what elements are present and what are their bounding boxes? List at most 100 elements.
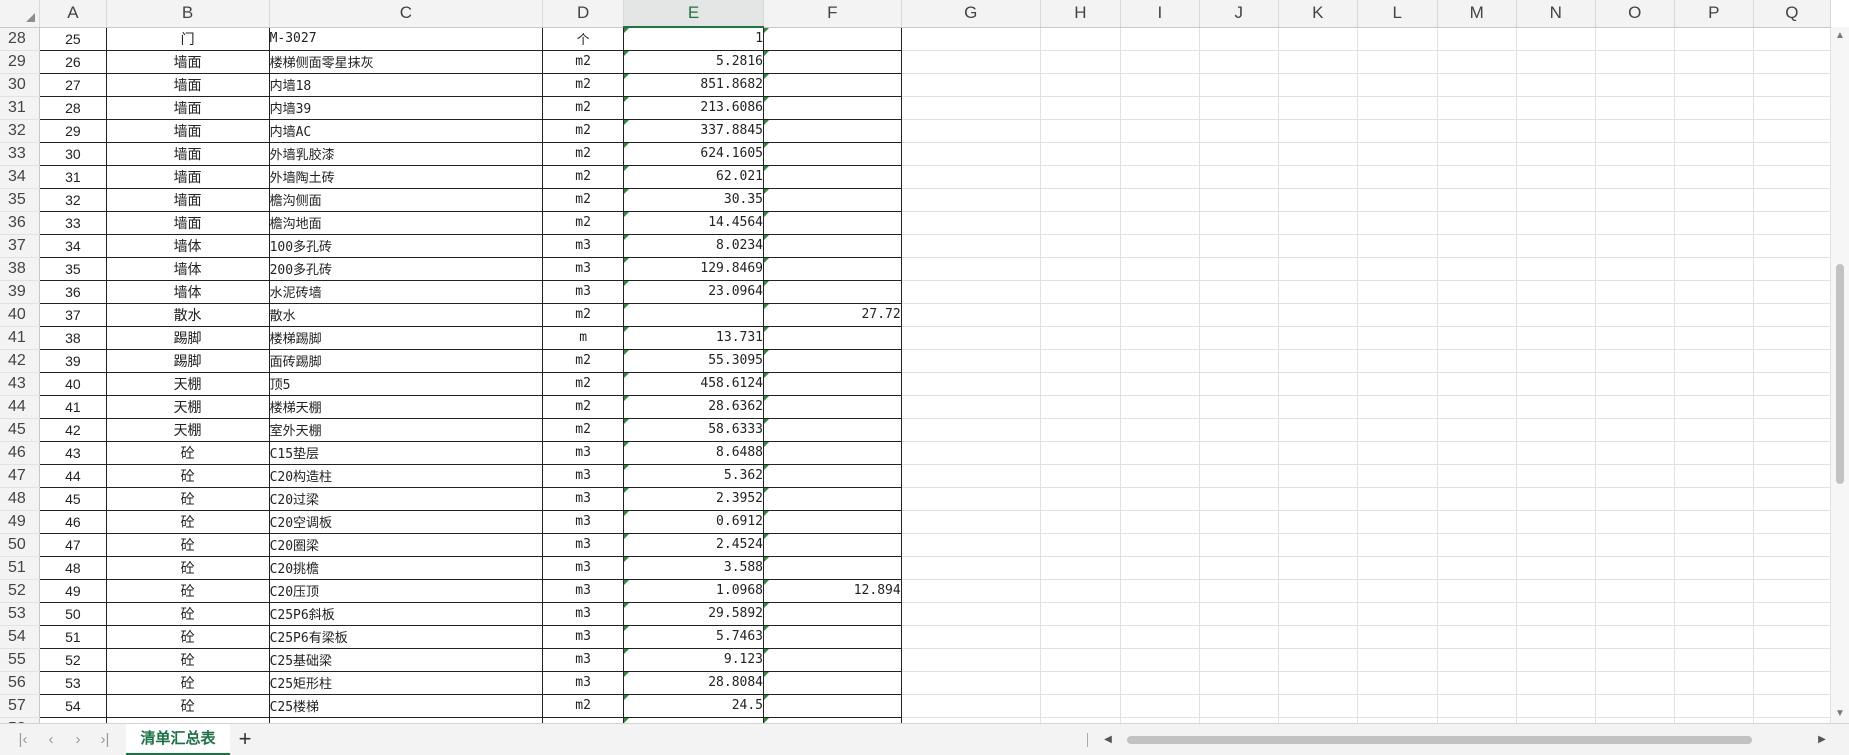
cell-empty[interactable] bbox=[901, 27, 1041, 51]
cell-empty[interactable] bbox=[1357, 441, 1438, 465]
cell-empty[interactable] bbox=[1357, 556, 1438, 580]
column-header-k[interactable]: K bbox=[1278, 0, 1358, 28]
cell-empty[interactable] bbox=[1278, 165, 1358, 189]
cell-empty[interactable] bbox=[1199, 73, 1279, 97]
cell-empty[interactable] bbox=[1437, 303, 1517, 327]
cell-a[interactable]: 54 bbox=[39, 694, 107, 718]
cell-empty[interactable] bbox=[1199, 694, 1279, 718]
cell-empty[interactable] bbox=[1357, 257, 1438, 281]
cell-empty[interactable] bbox=[1278, 694, 1358, 718]
cell-b[interactable]: 砼 bbox=[106, 694, 270, 718]
cell-e[interactable]: 5.7463 bbox=[623, 625, 765, 649]
sheet-tab-summary[interactable]: 清单汇总表 bbox=[126, 724, 230, 755]
cell-empty[interactable] bbox=[1278, 27, 1358, 51]
cell-d[interactable]: m3 bbox=[542, 487, 625, 511]
cell-f[interactable] bbox=[763, 188, 902, 212]
cell-a[interactable]: 33 bbox=[39, 211, 107, 235]
cell-empty[interactable] bbox=[1437, 27, 1517, 51]
cell-empty[interactable] bbox=[1437, 418, 1517, 442]
cell-e[interactable]: 8.6488 bbox=[623, 441, 765, 465]
row-header[interactable]: 34 bbox=[0, 165, 41, 189]
cell-empty[interactable] bbox=[1199, 510, 1279, 534]
cell-empty[interactable] bbox=[1595, 234, 1675, 258]
cell-b[interactable]: 墙面 bbox=[106, 50, 270, 74]
cell-e[interactable]: 624.1605 bbox=[623, 142, 765, 166]
row-header[interactable]: 55 bbox=[0, 648, 41, 672]
cell-empty[interactable] bbox=[1120, 188, 1200, 212]
cell-empty[interactable] bbox=[1120, 418, 1200, 442]
cell-empty[interactable] bbox=[1516, 487, 1596, 511]
cell-empty[interactable] bbox=[1278, 464, 1358, 488]
cell-empty[interactable] bbox=[1278, 441, 1358, 465]
cell-empty[interactable] bbox=[1199, 464, 1279, 488]
cell-empty[interactable] bbox=[1437, 395, 1517, 419]
cell-empty[interactable] bbox=[1753, 73, 1831, 97]
cell-b[interactable]: 砼 bbox=[106, 464, 270, 488]
cell-empty[interactable] bbox=[1595, 211, 1675, 235]
cell-empty[interactable] bbox=[1437, 73, 1517, 97]
spreadsheet-grid[interactable]: A B C D E F G H I J K L M N O P Q 28 25 门 M… bbox=[0, 0, 1831, 723]
cell-empty[interactable] bbox=[1595, 280, 1675, 304]
cell-empty[interactable] bbox=[901, 602, 1041, 626]
cell-empty[interactable] bbox=[901, 533, 1041, 557]
cell-f[interactable] bbox=[763, 280, 902, 304]
cell-empty[interactable] bbox=[1278, 510, 1358, 534]
row-header[interactable]: 42 bbox=[0, 349, 41, 373]
cell-empty[interactable] bbox=[1357, 326, 1438, 350]
cell-empty[interactable] bbox=[1278, 556, 1358, 580]
horizontal-scroll-thumb[interactable] bbox=[1127, 736, 1752, 744]
cell-empty[interactable] bbox=[1040, 303, 1121, 327]
cell-empty[interactable] bbox=[1516, 533, 1596, 557]
cell-empty[interactable] bbox=[1040, 211, 1121, 235]
cell-c[interactable]: C20圈梁 bbox=[269, 533, 544, 557]
cell-empty[interactable] bbox=[1437, 625, 1517, 649]
cell-empty[interactable] bbox=[1120, 441, 1200, 465]
cell-e[interactable]: 1.0968 bbox=[623, 579, 765, 603]
cell-empty[interactable] bbox=[1199, 234, 1279, 258]
row-header[interactable]: 49 bbox=[0, 510, 41, 534]
cell-d[interactable]: m3 bbox=[542, 648, 625, 672]
cell-empty[interactable] bbox=[901, 349, 1041, 373]
cell-f[interactable] bbox=[763, 73, 902, 97]
cell-f[interactable] bbox=[763, 257, 902, 281]
cell-e[interactable]: 28.6362 bbox=[623, 395, 765, 419]
cell-empty[interactable] bbox=[1437, 372, 1517, 396]
cell-e[interactable]: 0.6912 bbox=[623, 510, 765, 534]
cell-empty[interactable] bbox=[1357, 142, 1438, 166]
row-header[interactable]: 38 bbox=[0, 257, 41, 281]
cell-empty[interactable] bbox=[1040, 418, 1121, 442]
cell-empty[interactable] bbox=[1753, 418, 1831, 442]
cell-empty[interactable] bbox=[1357, 349, 1438, 373]
select-all-corner[interactable] bbox=[0, 0, 41, 28]
cell-empty[interactable] bbox=[1120, 395, 1200, 419]
column-header-f[interactable]: F bbox=[763, 0, 902, 28]
cell-empty[interactable] bbox=[1753, 671, 1831, 695]
cell-c[interactable]: C25P6斜板 bbox=[269, 602, 544, 626]
cell-a[interactable]: 31 bbox=[39, 165, 107, 189]
cell-e[interactable]: 2.3952 bbox=[623, 487, 765, 511]
cell-empty[interactable] bbox=[1357, 73, 1438, 97]
cell-empty[interactable] bbox=[1753, 50, 1831, 74]
cell-b[interactable]: 砼 bbox=[106, 556, 270, 580]
cell-empty[interactable] bbox=[1753, 142, 1831, 166]
cell-b[interactable]: 墙面 bbox=[106, 96, 270, 120]
cell-empty[interactable] bbox=[1278, 303, 1358, 327]
cell-c[interactable]: 楼梯踢脚 bbox=[269, 326, 544, 350]
row-header[interactable]: 56 bbox=[0, 671, 41, 695]
cell-empty[interactable] bbox=[901, 510, 1041, 534]
cell-empty[interactable] bbox=[1674, 142, 1754, 166]
cell-empty[interactable] bbox=[1357, 464, 1438, 488]
cell-empty[interactable] bbox=[1753, 533, 1831, 557]
cell-empty[interactable] bbox=[1199, 142, 1279, 166]
cell-empty[interactable] bbox=[1120, 27, 1200, 51]
cell-empty[interactable] bbox=[1120, 556, 1200, 580]
cell-empty[interactable] bbox=[901, 556, 1041, 580]
cell-empty[interactable] bbox=[1357, 418, 1438, 442]
cell-b[interactable]: 墙体 bbox=[106, 280, 270, 304]
cell-d[interactable]: m3 bbox=[542, 257, 625, 281]
cell-a[interactable]: 38 bbox=[39, 326, 107, 350]
cell-empty[interactable] bbox=[1516, 50, 1596, 74]
cell-c[interactable]: C25基础梁 bbox=[269, 648, 544, 672]
cell-c[interactable]: C20挑檐 bbox=[269, 556, 544, 580]
cell-empty[interactable] bbox=[1595, 441, 1675, 465]
